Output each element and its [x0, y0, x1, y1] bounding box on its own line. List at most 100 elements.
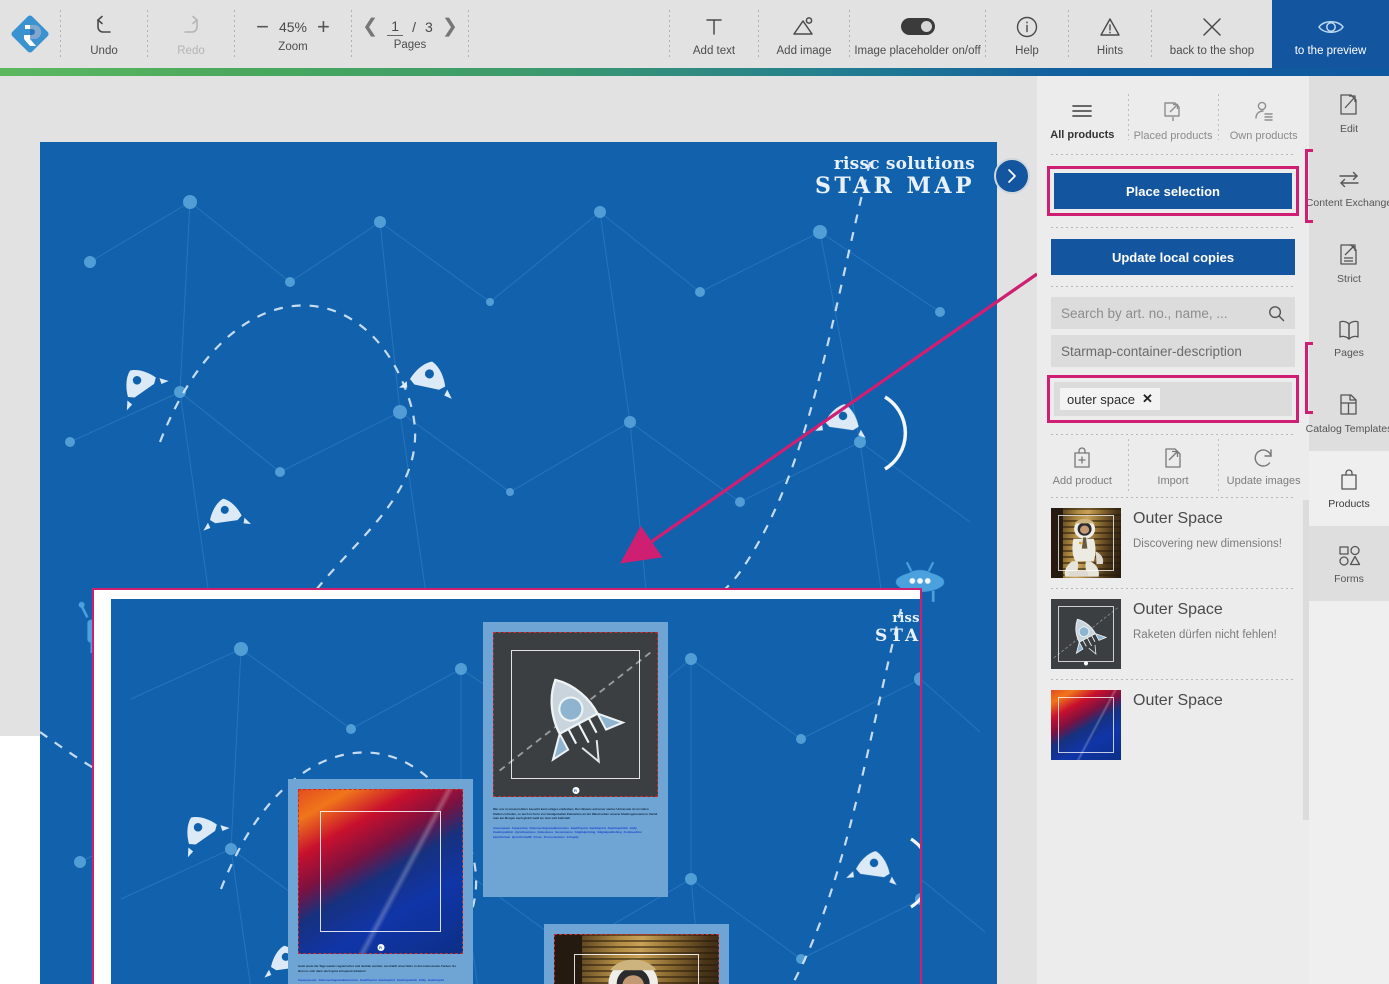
- catalog-template-icon: [1337, 392, 1361, 418]
- shopping-bag-icon: [1338, 467, 1360, 493]
- zoom-in-button[interactable]: +: [317, 16, 330, 38]
- rail-item-products-label: Products: [1328, 498, 1369, 510]
- pages-control: ❮ 1 / 3 ❯ Pages: [352, 0, 468, 68]
- import-button[interactable]: Import: [1128, 435, 1219, 497]
- product-tags-text: #spaceposter #discoveringnewdimensions #…: [298, 978, 463, 984]
- update-local-copies-button[interactable]: Update local copies: [1051, 239, 1295, 275]
- canvas-area[interactable]: rissc solutions STAR MAP: [0, 76, 1037, 984]
- zoom-out-button[interactable]: −: [256, 16, 269, 38]
- brand-line-2: STAR MAP: [815, 174, 975, 199]
- placed-product-astronaut[interactable]: R: [544, 924, 729, 984]
- brand-line-1-lower: rissc solutions: [875, 612, 922, 627]
- list-item[interactable]: Outer Space: [1037, 680, 1309, 770]
- pages-label: Pages: [394, 39, 427, 51]
- selection-frame[interactable]: rissc solutions STAR MAP R Auch wenn die…: [92, 588, 922, 984]
- undo-icon: [91, 12, 117, 42]
- tab-placed-products-label: Placed products: [1134, 130, 1213, 142]
- add-text-label: Add text: [693, 45, 735, 57]
- image-placeholder-toggle[interactable]: Image placeholder on/off: [850, 0, 985, 68]
- container-description-value: Starmap-container-description: [1061, 344, 1242, 359]
- product-subtitle: Raketen dürfen nicht fehlen!: [1133, 629, 1277, 641]
- list-item[interactable]: Outer Space Discovering new dimensions!: [1037, 498, 1309, 588]
- tool-rail: Edit Content Exchange Strict: [1309, 76, 1389, 984]
- hints-button[interactable]: Hints: [1069, 0, 1151, 68]
- product-title: Outer Space: [1133, 510, 1282, 528]
- rail-item-pages-label: Pages: [1334, 347, 1364, 359]
- search-placeholder: Search by art. no., name, ...: [1061, 306, 1228, 321]
- tag-input[interactable]: outer space ✕: [1054, 382, 1292, 416]
- add-image-button[interactable]: Add image: [759, 0, 849, 68]
- products-panel: All products Placed products: [1037, 76, 1309, 984]
- gradient-divider: [0, 68, 1389, 76]
- rail-item-forms-label: Forms: [1334, 573, 1364, 585]
- tab-own-products-label: Own products: [1230, 130, 1298, 142]
- to-the-preview-button[interactable]: to the preview: [1272, 0, 1389, 68]
- placed-product-northern-lights[interactable]: R Auch wenn die Tage wieder regnerischer…: [288, 779, 473, 984]
- rail-item-products[interactable]: Products: [1309, 451, 1389, 526]
- place-selection-highlight: Place selection: [1047, 166, 1299, 216]
- container-description-field[interactable]: Starmap-container-description: [1051, 335, 1295, 367]
- add-text-button[interactable]: Add text: [670, 0, 758, 68]
- rail-item-content-exchange-label: Content Exchange: [1306, 197, 1389, 209]
- prev-page-button[interactable]: ❮: [362, 17, 378, 36]
- next-page-circle-button[interactable]: [994, 158, 1030, 194]
- update-images-button[interactable]: Update images: [1218, 435, 1309, 497]
- page-brand: rissc solutions STAR MAP: [815, 155, 975, 199]
- add-product-button[interactable]: Add product: [1037, 435, 1128, 497]
- tab-own-products[interactable]: Own products: [1218, 88, 1309, 154]
- document-page-2[interactable]: rissc solutions STAR MAP R Auch wenn die…: [111, 599, 922, 984]
- redo-icon: [178, 12, 204, 42]
- back-to-shop-button[interactable]: back to the shop: [1152, 0, 1272, 68]
- product-title: Outer Space: [1133, 601, 1277, 619]
- close-x-icon[interactable]: ✕: [1142, 391, 1153, 407]
- placed-document-icon: [1161, 100, 1185, 124]
- place-selection-button[interactable]: Place selection: [1054, 173, 1292, 209]
- add-text-icon: [701, 12, 727, 42]
- tag-label: outer space: [1067, 392, 1135, 407]
- rail-item-edit[interactable]: Edit: [1309, 76, 1389, 151]
- info-icon: [1014, 12, 1040, 42]
- import-label: Import: [1157, 475, 1188, 487]
- close-icon: [1198, 12, 1226, 42]
- top-toolbar: Undo Redo − 45% + Zoom ❮ 1: [0, 0, 1389, 68]
- forms-shapes-icon: [1335, 542, 1363, 568]
- image-placeholder-label: Image placeholder on/off: [854, 45, 980, 57]
- list-item[interactable]: Outer Space Raketen dürfen nicht fehlen!: [1037, 589, 1309, 679]
- user-document-icon: [1252, 100, 1276, 124]
- back-to-shop-label: back to the shop: [1170, 45, 1254, 57]
- zoom-control: − 45% + Zoom: [235, 0, 351, 68]
- rail-item-catalog-templates[interactable]: Catalog Templates: [1309, 376, 1389, 451]
- product-tags-text: #outerspace #spaceship #discoveringnewdi…: [493, 826, 658, 840]
- tab-all-products-label: All products: [1050, 129, 1114, 141]
- brand-line-1: rissc solutions: [815, 155, 975, 174]
- product-title: Outer Space: [1133, 692, 1223, 710]
- brand-line-2-lower: STAR MAP: [875, 627, 922, 646]
- tab-all-products[interactable]: All products: [1037, 88, 1128, 154]
- tag-field-highlight: outer space ✕: [1047, 375, 1299, 423]
- rail-item-catalog-templates-label: Catalog Templates: [1306, 423, 1389, 435]
- redo-button[interactable]: Redo: [148, 0, 234, 68]
- rail-item-content-exchange[interactable]: Content Exchange: [1309, 151, 1389, 226]
- tab-placed-products[interactable]: Placed products: [1128, 88, 1219, 154]
- help-button[interactable]: Help: [986, 0, 1068, 68]
- redo-label: Redo: [177, 45, 205, 57]
- page-brand-2: rissc solutions STAR MAP: [875, 612, 922, 646]
- product-body-text: Wer uns in unserem Büro besucht kann ein…: [493, 807, 658, 821]
- hints-label: Hints: [1097, 45, 1123, 57]
- next-page-button[interactable]: ❯: [442, 17, 458, 36]
- tag-chip[interactable]: outer space ✕: [1060, 388, 1160, 410]
- editor-root: Undo Redo − 45% + Zoom ❮ 1: [0, 0, 1389, 984]
- search-icon[interactable]: [1268, 305, 1285, 322]
- refresh-icon: [1252, 446, 1276, 470]
- app-logo-icon[interactable]: [0, 0, 60, 68]
- search-input[interactable]: Search by art. no., name, ...: [1051, 297, 1295, 329]
- current-page-input[interactable]: 1: [387, 18, 403, 36]
- rail-item-strict[interactable]: Strict: [1309, 226, 1389, 301]
- update-images-label: Update images: [1227, 475, 1301, 487]
- undo-button[interactable]: Undo: [61, 0, 147, 68]
- panel-action-row: Add product Import Update images: [1037, 435, 1309, 497]
- rail-item-forms[interactable]: Forms: [1309, 526, 1389, 601]
- toggle-switch-icon: [901, 12, 935, 42]
- placed-product-rocket[interactable]: R Wer uns in unserem Büro besucht kann e…: [483, 622, 668, 897]
- rail-item-pages[interactable]: Pages: [1309, 301, 1389, 376]
